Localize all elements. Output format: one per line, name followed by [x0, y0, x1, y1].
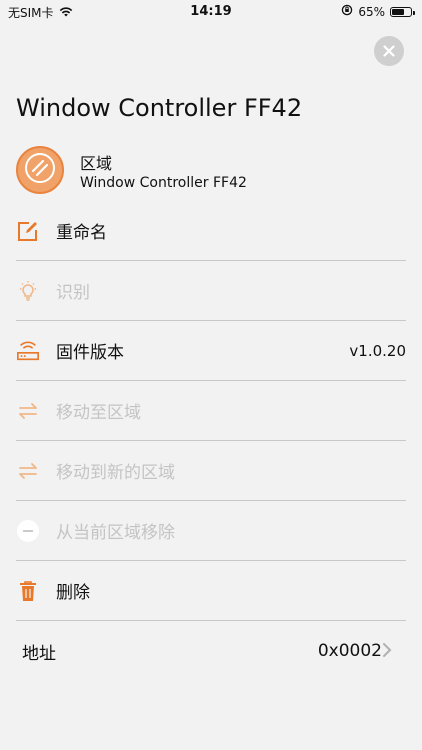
- move-to-zone-label: 移动至区域: [56, 403, 141, 423]
- firmware-row: 固件版本 v1.0.20: [16, 321, 406, 381]
- move-to-new-zone-label: 移动到新的区域: [56, 463, 175, 483]
- action-menu: 重命名 识别 固件版本 v1.0.20 移动至区域 移动到新的区域 从当前区域移…: [0, 201, 422, 681]
- zone-avatar: [16, 146, 64, 194]
- router-icon: [16, 339, 40, 363]
- battery-fill: [392, 8, 404, 15]
- trash-icon: [16, 579, 40, 603]
- identify-label: 识别: [56, 283, 90, 303]
- zone-device-name: Window Controller FF42: [80, 175, 247, 191]
- move-to-new-zone-row[interactable]: 移动到新的区域: [16, 441, 406, 501]
- battery-icon: [390, 6, 415, 17]
- rename-label: 重命名: [56, 223, 107, 243]
- status-right: 65%: [341, 4, 415, 19]
- swap-arrows-icon: [16, 399, 40, 423]
- minus-circle-icon: [16, 519, 40, 543]
- remove-from-zone-row[interactable]: 从当前区域移除: [16, 501, 406, 561]
- zone-icon: [22, 150, 58, 190]
- zone-label: 区域: [80, 154, 113, 173]
- lightbulb-icon: [16, 279, 40, 303]
- zone-header: 区域 Window Controller FF42: [16, 146, 406, 196]
- move-to-zone-row[interactable]: 移动至区域: [16, 381, 406, 441]
- battery-percent: 65%: [358, 4, 385, 19]
- remove-from-zone-label: 从当前区域移除: [56, 523, 175, 543]
- firmware-label: 固件版本: [56, 343, 124, 363]
- orientation-lock-icon: [341, 4, 353, 19]
- edit-icon: [16, 219, 40, 243]
- status-bar: 无SIM卡 14:19 65%: [0, 0, 422, 24]
- firmware-version: v1.0.20: [349, 341, 406, 360]
- close-icon: [383, 42, 395, 61]
- delete-label: 删除: [56, 583, 90, 603]
- chevron-right-icon: [382, 642, 392, 662]
- delete-row[interactable]: 删除: [16, 561, 406, 621]
- identify-row[interactable]: 识别: [16, 261, 406, 321]
- address-label: 地址: [22, 643, 56, 664]
- address-value: 0x0002: [317, 641, 382, 661]
- address-row[interactable]: 地址 0x0002: [16, 621, 406, 681]
- swap-arrows-icon: [16, 459, 40, 483]
- page-title: Window Controller FF42: [16, 94, 303, 122]
- rename-row[interactable]: 重命名: [16, 201, 406, 261]
- close-button[interactable]: [374, 36, 404, 66]
